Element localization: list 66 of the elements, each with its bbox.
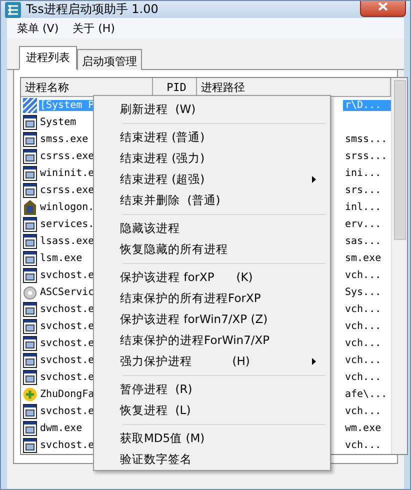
process-path: vch... bbox=[344, 406, 382, 417]
program-window-icon bbox=[23, 421, 37, 436]
window-title: Tss进程启动项助手 1.00 bbox=[26, 1, 158, 18]
program-window-icon bbox=[23, 336, 37, 351]
striped-window-icon bbox=[23, 98, 37, 113]
context-menu-item[interactable]: 恢复进程 (L) bbox=[96, 400, 328, 421]
process-path: sas... bbox=[344, 236, 382, 247]
process-path: r\D... bbox=[343, 100, 391, 111]
process-path: erv... bbox=[344, 219, 382, 230]
process-path: afe\... bbox=[344, 389, 388, 400]
program-window-icon bbox=[23, 353, 37, 368]
process-path: vch... bbox=[344, 321, 382, 332]
context-menu-item[interactable]: 强力保护进程 (H) bbox=[96, 351, 328, 372]
process-path: vch... bbox=[344, 355, 382, 366]
close-icon bbox=[378, 2, 388, 11]
context-menu-item[interactable]: 保护该进程 forWin7/XP (Z) bbox=[96, 309, 328, 330]
context-menu-item[interactable]: 结束保护的所有进程ForXP bbox=[96, 288, 328, 309]
submenu-arrow-icon bbox=[312, 176, 316, 183]
program-window-icon bbox=[23, 302, 37, 317]
program-window-icon bbox=[23, 149, 37, 164]
process-path: inl... bbox=[344, 202, 382, 213]
context-menu-item[interactable]: 暂停进程 (R) bbox=[96, 379, 328, 400]
context-menu-item[interactable]: 验证数字签名 bbox=[96, 449, 328, 470]
scrollbar[interactable] bbox=[391, 78, 407, 454]
program-window-icon bbox=[23, 115, 37, 130]
process-path: srss... bbox=[344, 151, 388, 162]
context-menu-item[interactable]: 结束进程 (超强) bbox=[96, 169, 328, 190]
program-window-icon bbox=[23, 438, 37, 453]
context-menu-item[interactable]: 隐藏该进程 bbox=[96, 218, 328, 239]
process-path: ini... bbox=[344, 168, 382, 179]
menu-item[interactable]: 关于 (H) bbox=[72, 20, 115, 36]
program-window-icon bbox=[23, 268, 37, 283]
close-button[interactable] bbox=[360, 1, 406, 16]
menu-item[interactable]: 菜单 (V) bbox=[17, 20, 59, 36]
context-menu-item[interactable]: 保护该进程 forXP (K) bbox=[96, 267, 328, 288]
tower-icon bbox=[23, 200, 37, 215]
plus-badge-icon bbox=[23, 387, 37, 402]
process-path: Sys... bbox=[344, 287, 382, 298]
program-window-icon bbox=[23, 251, 37, 266]
tab[interactable]: 进程列表 bbox=[19, 46, 77, 70]
context-menu-item[interactable]: 结束进程 (普通) bbox=[96, 127, 328, 148]
program-window-icon bbox=[23, 217, 37, 232]
context-menu-item[interactable]: 结束并删除 (普通) bbox=[96, 190, 328, 211]
program-window-icon bbox=[23, 132, 37, 147]
program-window-icon bbox=[23, 370, 37, 385]
context-menu-item[interactable]: 恢复隐藏的所有进程 bbox=[96, 239, 328, 260]
process-path: vch... bbox=[344, 440, 382, 451]
process-path: vch... bbox=[344, 338, 382, 349]
program-window-icon bbox=[23, 183, 37, 198]
submenu-arrow-icon bbox=[312, 358, 316, 365]
program-window-icon bbox=[23, 319, 37, 334]
process-path: srs... bbox=[344, 185, 382, 196]
gear-icon bbox=[23, 285, 37, 300]
context-menu-item[interactable]: 结束进程 (强力) bbox=[96, 148, 328, 169]
context-menu-item[interactable]: 结束保护的进程ForWin7/XP bbox=[96, 330, 328, 351]
program-window-icon bbox=[23, 234, 37, 249]
process-path: vch... bbox=[344, 372, 382, 383]
process-path: smss... bbox=[344, 134, 388, 145]
context-menu-item[interactable]: 获取MD5值 (M) bbox=[96, 428, 328, 449]
program-window-icon bbox=[23, 404, 37, 419]
process-path: vch... bbox=[344, 270, 382, 281]
process-path: sm.exe bbox=[344, 253, 382, 264]
program-window-icon bbox=[23, 166, 37, 181]
process-path: wm.exe bbox=[344, 423, 382, 434]
process-path: vch... bbox=[344, 304, 382, 315]
tab[interactable]: 启动项管理 bbox=[77, 49, 142, 70]
